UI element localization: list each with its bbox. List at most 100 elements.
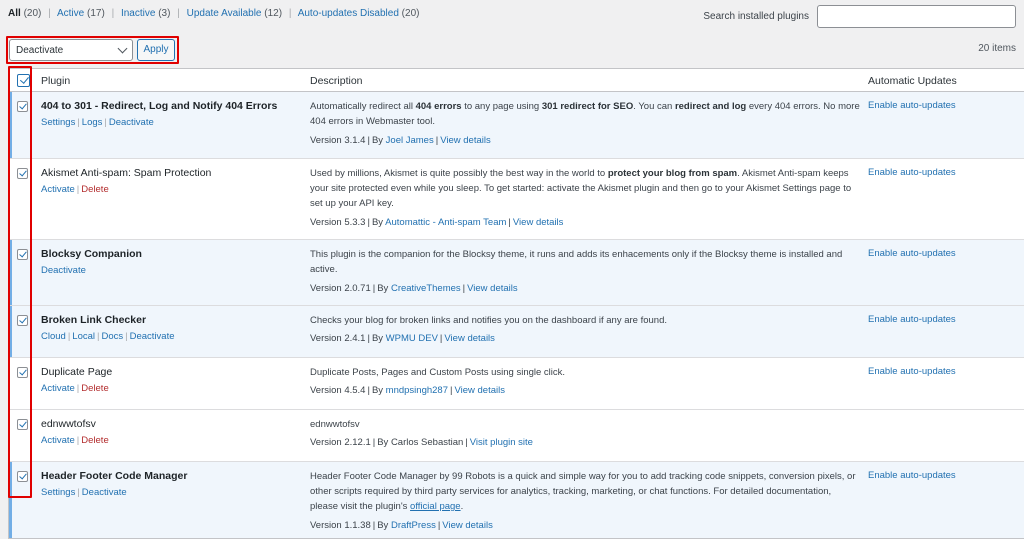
row-actions: Activate | Delete <box>41 383 109 394</box>
table-row: Broken Link Checker Cloud | Local | Docs | Dea… <box>9 306 1024 358</box>
filter-update-available[interactable]: Update Available <box>187 8 262 19</box>
separator: | <box>177 8 180 19</box>
delete-link[interactable]: Delete <box>81 435 108 446</box>
view-details-link[interactable]: View details <box>440 135 491 146</box>
row-checkbox[interactable] <box>17 419 28 430</box>
enable-auto-updates-link[interactable]: Enable auto-updates <box>868 314 956 325</box>
table-header: Plugin Description Automatic Updates <box>9 69 1024 92</box>
plugins-table: Plugin Description Automatic Updates 404… <box>8 68 1024 539</box>
plugin-search-box: Search installed plugins <box>703 5 1016 28</box>
table-row: Akismet Anti-spam: Spam Protection Activ… <box>9 159 1024 240</box>
row-actions: Activate | Delete <box>41 184 109 195</box>
plugin-name: Broken Link Checker <box>41 314 147 326</box>
separator: | <box>48 8 51 19</box>
apply-button[interactable]: Apply <box>137 39 175 61</box>
visit-plugin-site-link[interactable]: Visit plugin site <box>470 437 533 448</box>
plugin-name: Duplicate Page <box>41 366 113 378</box>
deactivate-link[interactable]: Deactivate <box>130 331 175 342</box>
column-automatic-updates: Automatic Updates <box>868 75 957 87</box>
row-checkbox[interactable] <box>17 367 28 378</box>
plugin-description: Checks your blog for broken links and no… <box>310 315 667 326</box>
deactivate-link[interactable]: Deactivate <box>41 265 86 276</box>
author-link[interactable]: Automattic - Anti-spam Team <box>385 217 506 228</box>
row-actions: Settings | Deactivate <box>41 487 127 498</box>
plugin-description: Automatically redirect all 404 errors to… <box>310 101 860 127</box>
plugin-name: Blocksy Companion <box>41 248 142 260</box>
row-checkbox[interactable] <box>17 471 28 482</box>
plugin-version-line: Version 2.12.1 | By Carlos Sebastian | Visit… <box>310 437 533 448</box>
author-link[interactable]: DraftPress <box>391 520 436 531</box>
table-row: 404 to 301 - Redirect, Log and Notify 40… <box>9 92 1024 159</box>
row-actions: Activate | Delete <box>41 435 109 446</box>
view-details-link[interactable]: View details <box>444 333 495 344</box>
row-checkbox[interactable] <box>17 315 28 326</box>
plugin-name: ednwwtofsv <box>41 418 96 430</box>
plugin-name: Akismet Anti-spam: Spam Protection <box>41 167 212 179</box>
filter-active-count: (17) <box>87 8 105 19</box>
filter-auto-updates-disabled-count: (20) <box>401 8 420 19</box>
author-link[interactable]: mndpsingh287 <box>386 385 448 396</box>
separator: | <box>288 8 292 19</box>
select-all-checkbox[interactable] <box>17 74 30 87</box>
view-details-link[interactable]: View details <box>467 283 518 294</box>
delete-link[interactable]: Delete <box>81 184 108 195</box>
column-description: Description <box>310 75 363 87</box>
local-link[interactable]: Local <box>72 331 95 342</box>
column-plugin[interactable]: Plugin <box>41 75 70 87</box>
official-page-link[interactable]: official page <box>410 501 461 512</box>
table-row: Header Footer Code Manager Settings | Deac… <box>9 462 1024 538</box>
enable-auto-updates-link[interactable]: Enable auto-updates <box>868 248 956 259</box>
docs-link[interactable]: Docs <box>101 331 123 342</box>
row-checkbox[interactable] <box>17 168 28 179</box>
view-details-link[interactable]: View details <box>513 217 564 228</box>
deactivate-link[interactable]: Deactivate <box>82 487 127 498</box>
table-row: Duplicate Page Activate | Delete Duplicate… <box>9 358 1024 410</box>
deactivate-link[interactable]: Deactivate <box>109 117 154 128</box>
filter-update-count: (12) <box>264 8 283 19</box>
filter-all[interactable]: All <box>8 8 21 19</box>
view-details-link[interactable]: View details <box>454 385 505 396</box>
activate-link[interactable]: Activate <box>41 184 75 195</box>
row-checkbox[interactable] <box>17 101 28 112</box>
row-actions: Deactivate <box>41 265 86 276</box>
chevron-down-icon <box>117 43 128 54</box>
author-link[interactable]: WPMU DEV <box>386 333 438 344</box>
plugin-version-line: Version 4.5.4 | By mndpsingh287 | View detai… <box>310 385 505 396</box>
bulk-action-select[interactable]: Deactivate <box>9 39 133 61</box>
filter-active[interactable]: Active <box>57 8 84 19</box>
author-link[interactable]: CreativeThemes <box>391 283 461 294</box>
status-filter-links: All (20) | Active (17) | Inactive (3) | … <box>8 8 419 19</box>
filter-inactive[interactable]: Inactive <box>121 8 155 19</box>
items-count: 20 items <box>978 43 1016 54</box>
enable-auto-updates-link[interactable]: Enable auto-updates <box>868 470 956 481</box>
filter-all-count: (20) <box>23 8 42 19</box>
plugin-version-line: Version 3.1.4 | By Joel James | View details <box>310 135 491 146</box>
plugin-description: ednwwtofsv <box>310 419 360 430</box>
logs-link[interactable]: Logs <box>82 117 103 128</box>
table-row: Blocksy Companion Deactivate This plugin… <box>9 240 1024 306</box>
plugin-description: Used by millions, Akismet is quite possi… <box>310 168 852 209</box>
plugin-name: Header Footer Code Manager <box>41 470 188 482</box>
settings-link[interactable]: Settings <box>41 117 75 128</box>
separator: | <box>111 8 115 19</box>
plugin-description: Header Footer Code Manager by 99 Robots … <box>310 471 856 512</box>
plugin-version-line: Version 2.0.71 | By CreativeThemes | View de… <box>310 283 518 294</box>
search-input[interactable] <box>817 5 1016 28</box>
plugin-name: 404 to 301 - Redirect, Log and Notify 40… <box>41 100 278 112</box>
row-checkbox[interactable] <box>17 249 28 260</box>
plugin-version-line: Version 1.1.38 | By DraftPress | View detail… <box>310 520 493 531</box>
table-row: ednwwtofsv Activate | Delete ednwwtofsv Ve… <box>9 410 1024 462</box>
settings-link[interactable]: Settings <box>41 487 75 498</box>
view-details-link[interactable]: View details <box>442 520 493 531</box>
activate-link[interactable]: Activate <box>41 383 75 394</box>
enable-auto-updates-link[interactable]: Enable auto-updates <box>868 100 956 111</box>
cloud-link[interactable]: Cloud <box>41 331 66 342</box>
plugin-description: Duplicate Posts, Pages and Custom Posts … <box>310 367 566 378</box>
enable-auto-updates-link[interactable]: Enable auto-updates <box>868 167 956 178</box>
enable-auto-updates-link[interactable]: Enable auto-updates <box>868 366 956 377</box>
delete-link[interactable]: Delete <box>81 383 108 394</box>
row-actions: Cloud | Local | Docs | Deactivate <box>41 331 175 342</box>
activate-link[interactable]: Activate <box>41 435 75 446</box>
author-link[interactable]: Joel James <box>386 135 434 146</box>
filter-auto-updates-disabled[interactable]: Auto-updates Disabled <box>298 8 399 19</box>
